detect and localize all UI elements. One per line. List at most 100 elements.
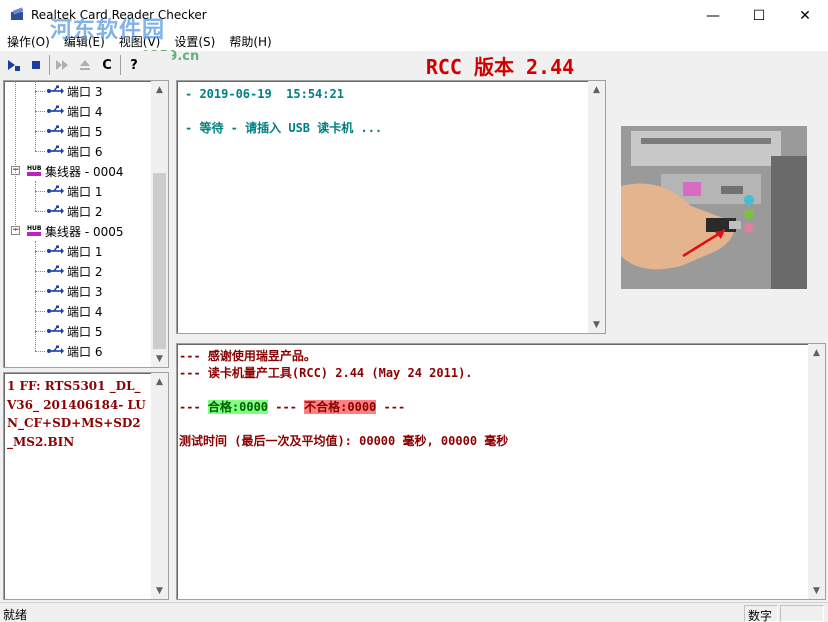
result-mid: --- — [268, 400, 305, 414]
scroll-down-arrow-icon[interactable]: ▼ — [151, 582, 168, 599]
tree-connector — [35, 271, 45, 272]
tree-hub-item[interactable]: HUB 集线器 - 0005 — [26, 221, 124, 241]
result-time-line: 测试时间 (最后一次及平均值): 00000 毫秒, 00000 毫秒 — [179, 434, 509, 448]
minimize-button[interactable]: — — [690, 0, 736, 31]
usb-port-icon — [46, 84, 64, 98]
instruction-image-panel — [608, 80, 826, 334]
toolbar: C ? — [0, 51, 172, 79]
usb-port-icon — [46, 304, 64, 318]
tree-port-item[interactable]: 端口 6 — [46, 141, 102, 161]
result-tool-line: --- 读卡机量产工具(RCC) 2.44 (May 24 2011). — [179, 366, 473, 380]
run-button[interactable] — [3, 54, 25, 76]
usb-port-icon — [46, 284, 64, 298]
tree-port-item[interactable]: 端口 6 — [46, 341, 102, 361]
log-line: - 等待 - 请插入 USB 读卡机 ... — [185, 121, 383, 135]
maximize-button[interactable]: ☐ — [736, 0, 782, 31]
toolbar-separator — [120, 55, 121, 75]
tree-scrollbar[interactable]: ▲ ▼ — [151, 81, 168, 367]
tree-item-label: 集线器 - 0005 — [45, 224, 124, 239]
log-line: - 2019-06-19 15:54:21 — [185, 87, 344, 101]
usb-port-icon — [46, 124, 64, 138]
clear-button[interactable]: C — [96, 54, 118, 76]
fail-count-badge: 不合格:0000 — [304, 400, 377, 414]
play-button[interactable] — [52, 54, 74, 76]
tree-item-label: 端口 2 — [67, 264, 103, 279]
tree-port-item[interactable]: 端口 4 — [46, 101, 102, 121]
eject-icon — [80, 60, 90, 70]
usb-port-icon — [46, 244, 64, 258]
usb-port-icon — [46, 264, 64, 278]
tree-connector — [35, 151, 45, 152]
tree-connector — [35, 191, 45, 192]
result-scrollbar[interactable]: ▲ ▼ — [808, 344, 825, 599]
pass-count-badge: 合格:0000 — [207, 400, 269, 414]
tree-port-item[interactable]: 端口 4 — [46, 301, 102, 321]
log-panel: - 2019-06-19 15:54:21 - 等待 - 请插入 USB 读卡机… — [176, 80, 606, 334]
tree-port-item[interactable]: 端口 3 — [46, 281, 102, 301]
tree-port-item[interactable]: 端口 1 — [46, 241, 102, 261]
tree-connector — [35, 331, 45, 332]
tree-item-label: 端口 5 — [67, 124, 103, 139]
firmware-info-text: 1 FF: RTS5301 _DL_V36_ 201406184- LUN_CF… — [7, 379, 146, 449]
tree-item-label: 集线器 - 0004 — [45, 164, 124, 179]
tree-port-item[interactable]: 端口 2 — [46, 201, 102, 221]
stop-button[interactable] — [25, 54, 47, 76]
scroll-down-arrow-icon[interactable]: ▼ — [151, 350, 168, 367]
menu-view[interactable]: 视图(V) — [112, 31, 168, 51]
menu-help[interactable]: 帮助(H) — [222, 31, 278, 51]
result-panel: --- 感谢使用瑞昱产品。 --- 读卡机量产工具(RCC) 2.44 (May… — [176, 343, 826, 600]
usb-port-icon — [46, 104, 64, 118]
usb-port-icon — [46, 324, 64, 338]
tree-item-label: 端口 3 — [67, 284, 103, 299]
tree-item-label: 端口 4 — [67, 304, 103, 319]
info-scrollbar[interactable]: ▲ ▼ — [151, 373, 168, 599]
eject-button[interactable] — [74, 54, 96, 76]
window-title: Realtek Card Reader Checker — [31, 8, 207, 22]
numlock-indicator: 数字 — [744, 605, 778, 622]
svg-text:HUB: HUB — [27, 165, 42, 172]
tree-item-label: 端口 1 — [67, 184, 103, 199]
tree-port-item[interactable]: 端口 3 — [46, 81, 102, 101]
scroll-down-arrow-icon[interactable]: ▼ — [808, 582, 825, 599]
hub-icon: HUB — [26, 224, 42, 238]
toolbar-separator — [49, 55, 50, 75]
tree-connector — [35, 241, 36, 351]
device-tree[interactable]: ▲ ▼ 端口 3 端口 4 端口 5 端口 6− HUB 集线器 - 0004 端口 1 端口… — [3, 80, 169, 368]
help-button[interactable]: ? — [123, 54, 145, 76]
tree-connector — [35, 291, 45, 292]
svg-text:HUB: HUB — [27, 225, 42, 232]
run-icon — [8, 60, 20, 71]
version-title: RCC 版本 2.44 — [425, 54, 575, 79]
tree-connector — [35, 351, 45, 352]
scroll-down-arrow-icon[interactable]: ▼ — [588, 316, 605, 333]
tree-item-label: 端口 6 — [67, 344, 103, 359]
title-bar: Realtek Card Reader Checker — ☐ ✕ — [0, 0, 828, 31]
usb-port-icon — [46, 344, 64, 358]
tree-port-item[interactable]: 端口 1 — [46, 181, 102, 201]
tree-port-item[interactable]: 端口 5 — [46, 321, 102, 341]
tree-connector — [35, 131, 45, 132]
tree-hub-item[interactable]: HUB 集线器 - 0004 — [26, 161, 124, 181]
scroll-up-arrow-icon[interactable]: ▲ — [151, 81, 168, 98]
scroll-up-arrow-icon[interactable]: ▲ — [808, 344, 825, 361]
tree-connector — [35, 111, 45, 112]
status-text: 就绪 — [3, 608, 28, 622]
close-button[interactable]: ✕ — [782, 0, 828, 31]
log-scrollbar[interactable]: ▲ ▼ — [588, 81, 605, 333]
usb-port-icon — [46, 204, 64, 218]
tree-connector — [35, 311, 45, 312]
tree-port-item[interactable]: 端口 5 — [46, 121, 102, 141]
tree-item-label: 端口 6 — [67, 144, 103, 159]
status-empty-cell — [780, 605, 824, 622]
tree-port-item[interactable]: 端口 2 — [46, 261, 102, 281]
menu-edit[interactable]: 编辑(E) — [57, 31, 112, 51]
scroll-up-arrow-icon[interactable]: ▲ — [588, 81, 605, 98]
scroll-up-arrow-icon[interactable]: ▲ — [151, 373, 168, 390]
tree-item-label: 端口 5 — [67, 324, 103, 339]
result-suffix: --- — [376, 400, 406, 414]
menu-operate[interactable]: 操作(O) — [0, 31, 57, 51]
menu-settings[interactable]: 设置(S) — [167, 31, 222, 51]
tree-connector — [35, 211, 45, 212]
tree-item-label: 端口 4 — [67, 104, 103, 119]
scroll-thumb[interactable] — [153, 173, 166, 349]
